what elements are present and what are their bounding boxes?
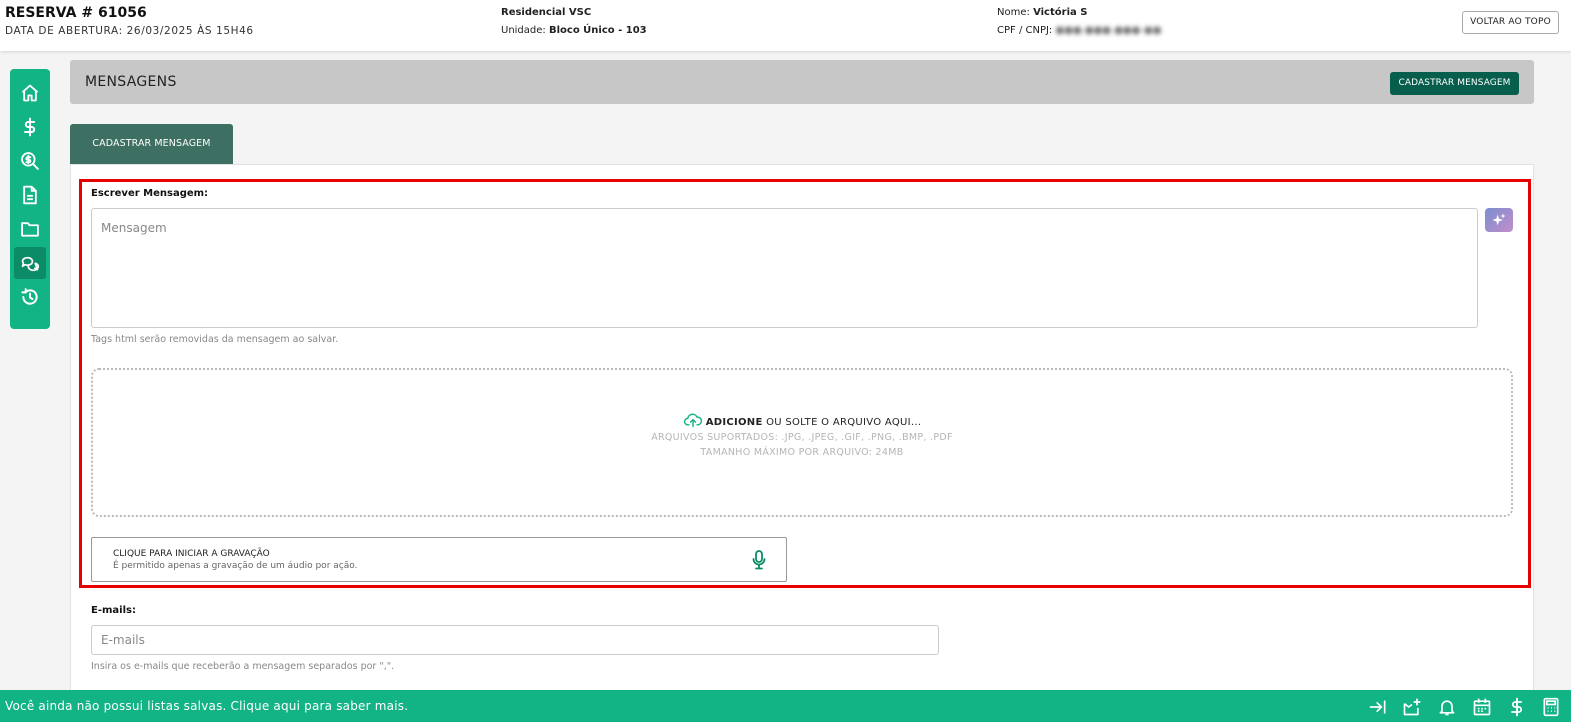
unit-label: Unidade: bbox=[501, 25, 546, 36]
bell-icon[interactable] bbox=[1437, 697, 1457, 717]
tab-register-message[interactable]: CADASTRAR MENSAGEM bbox=[70, 124, 233, 164]
highlight-frame bbox=[79, 179, 1531, 588]
search-dollar-icon bbox=[21, 152, 39, 170]
doc-label: CPF / CNPJ: bbox=[997, 25, 1053, 36]
client-info: Nome: Victória S bbox=[997, 7, 1087, 18]
messages-header: MENSAGENS CADASTRAR MENSAGEM bbox=[70, 60, 1534, 104]
sidebar bbox=[10, 69, 50, 329]
add-list-icon[interactable] bbox=[1402, 697, 1422, 717]
calculator-icon[interactable] bbox=[1541, 697, 1561, 717]
sidebar-item-messages[interactable] bbox=[14, 247, 46, 279]
sidebar-item-folders[interactable] bbox=[14, 213, 46, 245]
dollar-icon[interactable] bbox=[1507, 697, 1527, 717]
sidebar-item-search-financial[interactable] bbox=[14, 145, 46, 177]
folder-icon bbox=[21, 222, 39, 237]
emails-input[interactable]: E-mails bbox=[91, 625, 939, 655]
back-to-top-button[interactable]: VOLTAR AO TOPO bbox=[1462, 11, 1559, 34]
client-name: Victória S bbox=[1033, 7, 1088, 18]
unit-value: Bloco Único - 103 bbox=[548, 25, 647, 36]
sidebar-item-home[interactable] bbox=[14, 77, 46, 109]
calendar-icon[interactable] bbox=[1472, 697, 1492, 717]
sidebar-item-documents[interactable] bbox=[14, 179, 46, 211]
emails-label: E-mails: bbox=[91, 605, 136, 616]
client-label: Nome: bbox=[997, 7, 1030, 18]
history-icon bbox=[21, 288, 38, 305]
register-message-button[interactable]: CADASTRAR MENSAGEM bbox=[1390, 72, 1519, 95]
reservation-label: RESERVA bbox=[5, 5, 77, 21]
document-icon bbox=[23, 185, 37, 205]
collapse-right-icon[interactable] bbox=[1368, 697, 1388, 717]
sidebar-item-history[interactable] bbox=[14, 281, 46, 313]
reservation-title: RESERVA # 61056 bbox=[5, 5, 147, 21]
top-header: RESERVA # 61056 DATA DE ABERTURA: 26/03/… bbox=[0, 0, 1571, 51]
opening-date: DATA DE ABERTURA: 26/03/2025 ÀS 15H46 bbox=[5, 25, 254, 37]
reservation-number: # 61056 bbox=[81, 5, 147, 21]
property-name: Residencial VSC bbox=[501, 7, 592, 18]
doc-value: ●●●.●●●.●●●-●● bbox=[1055, 25, 1162, 36]
sidebar-item-financial[interactable] bbox=[14, 111, 46, 143]
saved-lists-notice[interactable]: Você ainda não possui listas salvas. Cli… bbox=[5, 699, 408, 713]
unit-info: Unidade: Bloco Único - 103 bbox=[501, 25, 647, 36]
page-title: MENSAGENS bbox=[85, 74, 177, 90]
emails-hint: Insira os e-mails que receberão a mensag… bbox=[91, 661, 395, 672]
bottom-bar: Você ainda não possui listas salvas. Cli… bbox=[0, 690, 1571, 722]
home-icon bbox=[21, 84, 39, 102]
client-document: CPF / CNPJ: ●●●.●●●.●●●-●● bbox=[997, 25, 1161, 36]
chat-icon bbox=[21, 256, 40, 272]
dollar-icon bbox=[24, 117, 36, 137]
